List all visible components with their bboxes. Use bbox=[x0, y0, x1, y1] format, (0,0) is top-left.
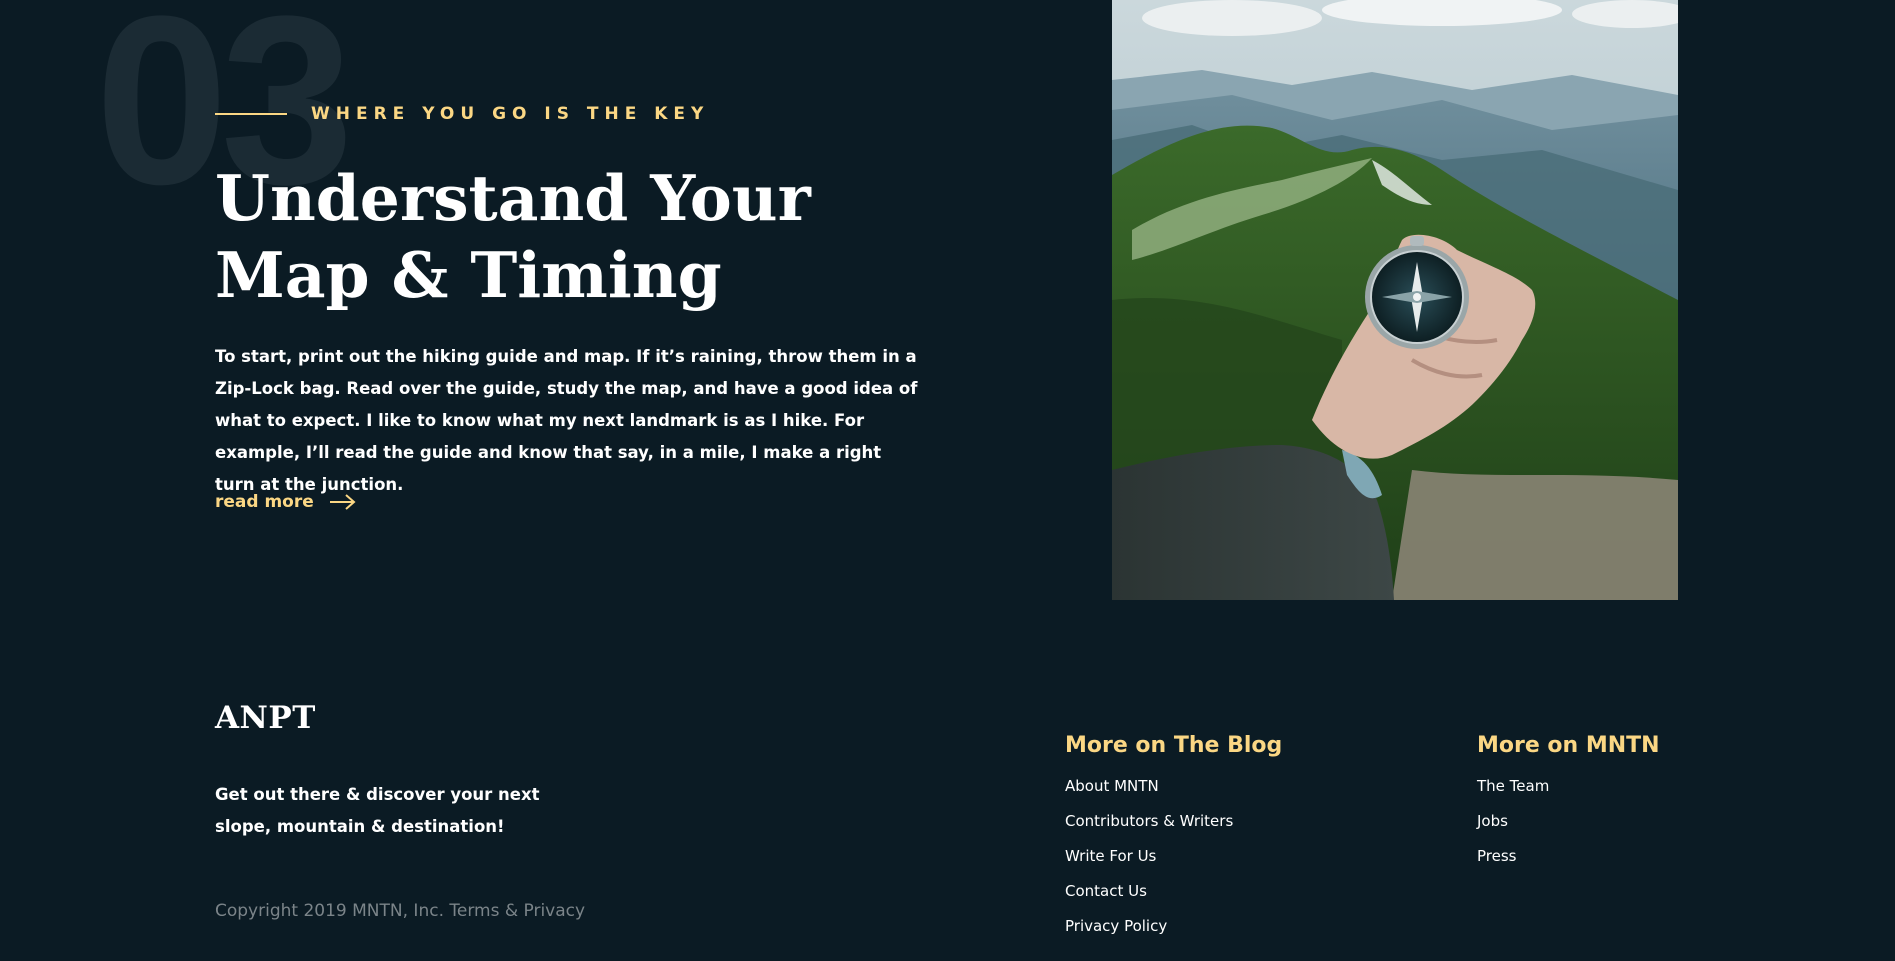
footer-column-title: More on MNTN bbox=[1477, 733, 1660, 758]
list-item: Contact Us bbox=[1065, 881, 1282, 916]
list-item: Contributors & Writers bbox=[1065, 811, 1282, 846]
eyebrow-divider bbox=[215, 113, 287, 115]
footer-logo[interactable]: ANPT bbox=[215, 700, 316, 736]
footer-column-title: More on The Blog bbox=[1065, 733, 1283, 758]
footer-column-blog: More on The Blog About MNTN Contributors… bbox=[1065, 733, 1282, 951]
list-item: The Team bbox=[1477, 776, 1660, 811]
section-body: To start, print out the hiking guide and… bbox=[215, 347, 918, 494]
footer-link-contributors[interactable]: Contributors & Writers bbox=[1065, 812, 1233, 830]
eyebrow: WHERE YOU GO IS THE KEY bbox=[215, 104, 709, 124]
footer-link-write-for-us[interactable]: Write For Us bbox=[1065, 847, 1156, 865]
read-more-link[interactable]: read more bbox=[215, 492, 357, 512]
hero-image-compass bbox=[1112, 0, 1678, 600]
footer-tagline: Get out there & discover your next slope… bbox=[215, 785, 540, 836]
footer-link-contact-us[interactable]: Contact Us bbox=[1065, 882, 1147, 900]
list-item: Jobs bbox=[1477, 811, 1660, 846]
footer-link-privacy-policy[interactable]: Privacy Policy bbox=[1065, 917, 1167, 935]
footer-link-about-mntn[interactable]: About MNTN bbox=[1065, 777, 1159, 795]
list-item: Write For Us bbox=[1065, 846, 1282, 881]
list-item: Press bbox=[1477, 846, 1660, 881]
footer-link-press[interactable]: Press bbox=[1477, 847, 1516, 865]
footer-link-the-team[interactable]: The Team bbox=[1477, 777, 1549, 795]
footer-copyright: Copyright 2019 MNTN, Inc. Terms & Privac… bbox=[215, 901, 586, 921]
footer-link-list: The Team Jobs Press bbox=[1477, 776, 1660, 881]
page-title: Understand Your Map & Timing bbox=[215, 160, 815, 314]
eyebrow-text: WHERE YOU GO IS THE KEY bbox=[311, 104, 710, 124]
footer-link-jobs[interactable]: Jobs bbox=[1477, 812, 1508, 830]
footer-link-list: About MNTN Contributors & Writers Write … bbox=[1065, 776, 1282, 951]
page-title-line-2: Map & Timing bbox=[215, 238, 722, 312]
read-more-label: read more bbox=[215, 492, 314, 512]
list-item: Privacy Policy bbox=[1065, 916, 1282, 951]
list-item: About MNTN bbox=[1065, 776, 1282, 811]
page-title-line-1: Understand Your bbox=[215, 161, 811, 235]
footer-column-mntn: More on MNTN The Team Jobs Press bbox=[1477, 733, 1660, 881]
arrow-right-icon bbox=[329, 493, 357, 511]
